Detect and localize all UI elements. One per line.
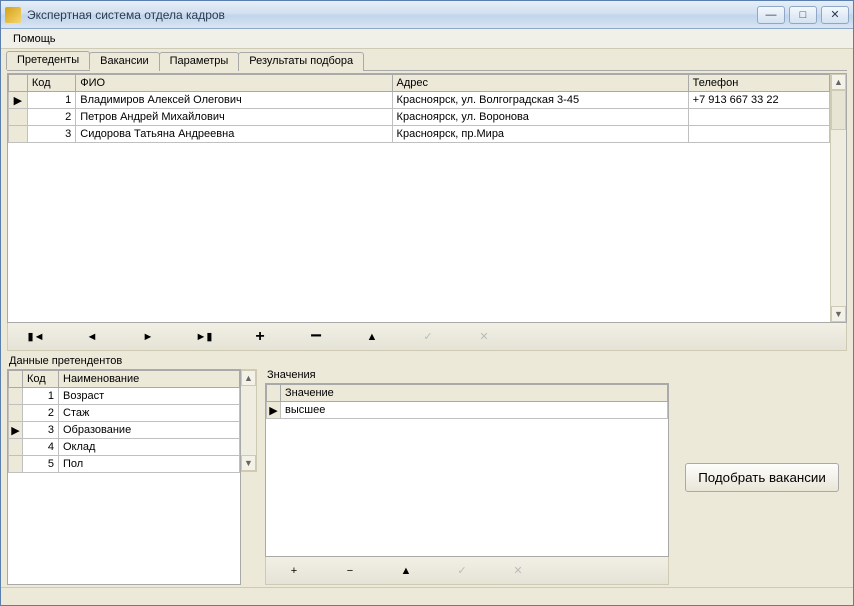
main-grid-vscrollbar[interactable]: ▲ ▼ xyxy=(830,74,846,322)
table-row[interactable]: 1 Возраст xyxy=(9,388,240,405)
nav-delete-button[interactable]: − xyxy=(308,329,324,345)
nav-post-button: ✓ xyxy=(454,563,470,579)
nav-insert-button[interactable]: + xyxy=(286,563,302,579)
nav-first-button[interactable]: ▮◄ xyxy=(28,329,44,345)
nav-edit-button[interactable]: ▲ xyxy=(398,563,414,579)
table-row[interactable]: 2 Стаж xyxy=(9,405,240,422)
grid-header-address[interactable]: Адрес xyxy=(392,75,688,92)
plus-icon: + xyxy=(255,328,264,346)
details-section-label: Данные претендентов xyxy=(7,351,847,369)
table-row[interactable]: 3 Сидорова Татьяна Андреевна Красноярск,… xyxy=(9,126,830,143)
maximize-button[interactable]: □ xyxy=(789,6,817,24)
nav-cancel-button: ✕ xyxy=(476,329,492,345)
table-row[interactable]: ▶ 3 Образование xyxy=(9,422,240,439)
check-icon: ✓ xyxy=(423,330,432,343)
plus-icon: + xyxy=(291,565,297,577)
menu-help[interactable]: Помощь xyxy=(5,31,64,47)
tab-results[interactable]: Результаты подбора xyxy=(238,52,364,71)
table-row[interactable]: 4 Оклад xyxy=(9,439,240,456)
menubar: Помощь xyxy=(1,29,853,49)
scroll-up-icon[interactable]: ▲ xyxy=(831,74,846,90)
values-header-value[interactable]: Значение xyxy=(281,385,668,402)
nav-prev-button[interactable]: ◄ xyxy=(84,329,100,345)
titlebar[interactable]: Экспертная система отдела кадров — □ ✕ xyxy=(1,1,853,29)
check-icon: ✓ xyxy=(457,564,466,577)
cancel-icon: ✕ xyxy=(513,564,522,577)
row-indicator-icon: ▶ xyxy=(9,422,23,439)
app-icon xyxy=(5,7,21,23)
nav-cancel-button: ✕ xyxy=(510,563,526,579)
scroll-down-icon[interactable]: ▼ xyxy=(831,306,846,322)
row-indicator-icon: ▶ xyxy=(9,92,28,109)
grid-header-phone[interactable]: Телефон xyxy=(688,75,829,92)
cancel-icon: ✕ xyxy=(479,330,488,343)
tab-candidates[interactable]: Претеденты xyxy=(6,51,90,70)
last-icon: ►▮ xyxy=(196,330,213,343)
tabstrip: Претеденты Вакансии Параметры Результаты… xyxy=(7,51,847,71)
tab-vacancies[interactable]: Вакансии xyxy=(89,52,160,71)
tab-parameters[interactable]: Параметры xyxy=(159,52,240,71)
prev-icon: ◄ xyxy=(87,331,98,343)
nav-edit-button[interactable]: ▲ xyxy=(364,329,380,345)
up-icon: ▲ xyxy=(367,331,378,343)
table-row[interactable]: ▶ высшее xyxy=(267,402,668,419)
minimize-button[interactable]: — xyxy=(757,6,785,24)
row-indicator-icon: ▶ xyxy=(267,402,281,419)
app-window: Экспертная система отдела кадров — □ ✕ П… xyxy=(0,0,854,606)
table-row[interactable]: ▶ 1 Владимиров Алексей Олегович Краснояр… xyxy=(9,92,830,109)
values-navigator: + − ▲ ✓ ✕ xyxy=(265,557,669,585)
grid-header-indicator xyxy=(9,75,28,92)
nav-last-button[interactable]: ►▮ xyxy=(196,329,212,345)
scroll-thumb[interactable] xyxy=(831,90,846,130)
table-row[interactable]: 2 Петров Андрей Михайлович Красноярск, у… xyxy=(9,109,830,126)
details-grid[interactable]: Код Наименование 1 Возраст 2 Стаж xyxy=(8,370,240,473)
main-grid-area: Код ФИО Адрес Телефон ▶ 1 Владимиров Але… xyxy=(7,73,847,323)
window-title: Экспертная система отдела кадров xyxy=(27,8,757,22)
first-icon: ▮◄ xyxy=(28,330,45,343)
scroll-track[interactable] xyxy=(831,90,846,306)
scroll-track[interactable] xyxy=(241,386,256,455)
grid-header-fio[interactable]: ФИО xyxy=(76,75,392,92)
statusbar xyxy=(1,587,853,605)
minus-icon: − xyxy=(310,325,322,348)
scroll-down-icon[interactable]: ▼ xyxy=(241,455,256,471)
values-section-label: Значения xyxy=(265,369,669,383)
pick-vacancies-button[interactable]: Подобрать вакансии xyxy=(685,463,839,492)
scroll-up-icon[interactable]: ▲ xyxy=(241,370,256,386)
details-header-name[interactable]: Наименование xyxy=(59,371,240,388)
nav-delete-button[interactable]: − xyxy=(342,563,358,579)
main-navigator: ▮◄ ◄ ► ►▮ + − ▲ ✓ ✕ xyxy=(7,323,847,351)
candidates-grid[interactable]: Код ФИО Адрес Телефон ▶ 1 Владимиров Але… xyxy=(8,74,830,143)
nav-next-button[interactable]: ► xyxy=(140,329,156,345)
table-row[interactable]: 5 Пол xyxy=(9,456,240,473)
close-button[interactable]: ✕ xyxy=(821,6,849,24)
values-grid[interactable]: Значение ▶ высшее xyxy=(266,384,668,419)
minus-icon: − xyxy=(347,565,353,577)
nav-insert-button[interactable]: + xyxy=(252,329,268,345)
details-header-code[interactable]: Код xyxy=(23,371,59,388)
details-grid-vscrollbar[interactable]: ▲ ▼ xyxy=(241,369,257,472)
next-icon: ► xyxy=(143,331,154,343)
grid-header-code[interactable]: Код xyxy=(27,75,75,92)
up-icon: ▲ xyxy=(401,565,412,577)
nav-post-button: ✓ xyxy=(420,329,436,345)
